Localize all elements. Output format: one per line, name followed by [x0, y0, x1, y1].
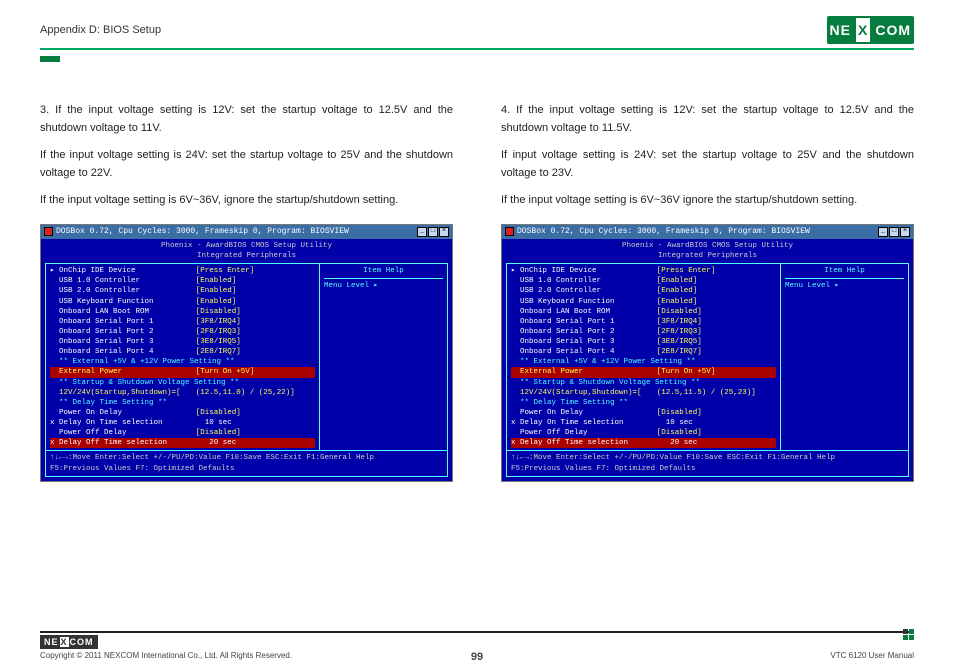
menu-level: Menu Level ▸ [324, 281, 443, 291]
bios-row: x Delay Off Time selection 20 sec [50, 438, 315, 448]
bios-row: x Delay Off Time selection 20 sec [511, 438, 776, 448]
menu-level: Menu Level ▸ [785, 281, 904, 291]
footer-logo: NE X COM [40, 635, 98, 649]
right-para-3: If the input voltage setting is 6V~36V i… [501, 192, 914, 210]
page-header: Appendix D: BIOS Setup NE X COM [40, 16, 914, 50]
logo-part1: NE [827, 18, 854, 42]
nexcom-logo: NE X COM [827, 16, 914, 44]
bios-title: Phoenix - AwardBIOS CMOS Setup Utility [45, 241, 448, 251]
bios-row: External Power[Turn On +5V] [511, 367, 776, 377]
bios-row: Power On Delay[Disabled] [511, 408, 776, 418]
help-header: Item Help [785, 266, 904, 276]
logo-x: X [856, 18, 870, 42]
bios-row: ** External +5V & +12V Power Setting ** [50, 357, 315, 367]
bios-row: Power On Delay[Disabled] [50, 408, 315, 418]
bios-row: Onboard Serial Port 2[2F8/IRQ3] [511, 327, 776, 337]
logo-part2: COM [872, 18, 914, 42]
manual-name: VTC 6120 User Manual [830, 651, 914, 660]
bios-row: Onboard Serial Port 3[3E8/IRQ5] [511, 337, 776, 347]
bios-row: Onboard Serial Port 3[3E8/IRQ5] [50, 337, 315, 347]
bios-row: ** Startup & Shutdown Voltage Setting ** [511, 378, 776, 388]
bios-row: USB 2.0 Controller[Enabled] [511, 286, 776, 296]
dosbox-titlebar: DOSBox 0.72, Cpu Cycles: 3000, Frameskip… [41, 225, 452, 239]
bios-screenshot-right: DOSBox 0.72, Cpu Cycles: 3000, Frameskip… [501, 224, 914, 482]
left-para-2: If the input voltage setting is 24V: set… [40, 147, 453, 182]
bios-row: USB 1.0 Controller[Enabled] [511, 276, 776, 286]
copyright-text: Copyright © 2011 NEXCOM International Co… [40, 651, 292, 660]
bios-row: USB 2.0 Controller[Enabled] [50, 286, 315, 296]
bios-row: 12V/24V(Startup,Shutdown)=[(12.5,11.0) /… [50, 388, 315, 398]
bios-footer-help: ↑↓←→:Move Enter:Select +/-/PU/PD:Value F… [45, 451, 448, 476]
bios-screenshot-left: DOSBox 0.72, Cpu Cycles: 3000, Frameskip… [40, 224, 453, 482]
bios-row: Onboard LAN Boot ROM[Disabled] [511, 307, 776, 317]
titlebar-text: DOSBox 0.72, Cpu Cycles: 3000, Frameskip… [56, 227, 349, 238]
bios-row: ▸ OnChip IDE Device[Press Enter] [50, 266, 315, 276]
dosbox-icon [44, 227, 53, 236]
left-para-3: If the input voltage setting is 6V~36V, … [40, 192, 453, 210]
bios-row: Power Off Delay[Disabled] [511, 428, 776, 438]
bios-subtitle: Integrated Peripherals [45, 251, 448, 261]
footer-squares-icon [903, 629, 914, 640]
bios-row: USB Keyboard Function[Enabled] [50, 297, 315, 307]
minimize-icon: _ [878, 227, 888, 237]
left-para-1: 3. If the input voltage setting is 12V: … [40, 102, 453, 137]
close-icon: × [900, 227, 910, 237]
bios-help-pane: Item Help Menu Level ▸ [780, 263, 909, 451]
bios-row: ** Delay Time Setting ** [511, 398, 776, 408]
help-header: Item Help [324, 266, 443, 276]
bios-row: USB 1.0 Controller[Enabled] [50, 276, 315, 286]
bios-help-pane: Item Help Menu Level ▸ [319, 263, 448, 451]
bios-row: USB Keyboard Function[Enabled] [511, 297, 776, 307]
bios-subtitle: Integrated Peripherals [506, 251, 909, 261]
bios-row: ** Startup & Shutdown Voltage Setting ** [50, 378, 315, 388]
dosbox-titlebar: DOSBox 0.72, Cpu Cycles: 3000, Frameskip… [502, 225, 913, 239]
close-icon: × [439, 227, 449, 237]
bios-row: External Power[Turn On +5V] [50, 367, 315, 377]
bios-row: Power Off Delay[Disabled] [50, 428, 315, 438]
right-column: 4. If the input voltage setting is 12V: … [501, 102, 914, 482]
bios-row: Onboard Serial Port 4[2E8/IRQ7] [511, 347, 776, 357]
titlebar-text: DOSBox 0.72, Cpu Cycles: 3000, Frameskip… [517, 227, 810, 238]
bios-row: x Delay On Time selection 10 sec [511, 418, 776, 428]
bios-row: Onboard Serial Port 1[3F8/IRQ4] [50, 317, 315, 327]
bios-row: ▸ OnChip IDE Device[Press Enter] [511, 266, 776, 276]
bios-row: Onboard LAN Boot ROM[Disabled] [50, 307, 315, 317]
header-title: Appendix D: BIOS Setup [40, 24, 161, 36]
maximize-icon: □ [428, 227, 438, 237]
page-number: 99 [471, 651, 483, 663]
dosbox-icon [505, 227, 514, 236]
bios-row: Onboard Serial Port 2[2F8/IRQ3] [50, 327, 315, 337]
bios-title: Phoenix - AwardBIOS CMOS Setup Utility [506, 241, 909, 251]
right-para-1: 4. If the input voltage setting is 12V: … [501, 102, 914, 137]
green-tab-icon [40, 56, 60, 62]
maximize-icon: □ [889, 227, 899, 237]
bios-row: ** External +5V & +12V Power Setting ** [511, 357, 776, 367]
right-para-2: If input voltage setting is 24V: set the… [501, 147, 914, 182]
bios-row: Onboard Serial Port 1[3F8/IRQ4] [511, 317, 776, 327]
bios-row: x Delay On Time selection 10 sec [50, 418, 315, 428]
bios-row: Onboard Serial Port 4[2E8/IRQ7] [50, 347, 315, 357]
bios-row: 12V/24V(Startup,Shutdown)=[(12.5,11.5) /… [511, 388, 776, 398]
bios-row: ** Delay Time Setting ** [50, 398, 315, 408]
bios-footer-help: ↑↓←→:Move Enter:Select +/-/PU/PD:Value F… [506, 451, 909, 476]
minimize-icon: _ [417, 227, 427, 237]
bios-settings-pane: ▸ OnChip IDE Device[Press Enter] USB 1.0… [45, 263, 319, 451]
left-column: 3. If the input voltage setting is 12V: … [40, 102, 453, 482]
bios-settings-pane: ▸ OnChip IDE Device[Press Enter] USB 1.0… [506, 263, 780, 451]
page-footer: NE X COM Copyright © 2011 NEXCOM Interna… [40, 631, 914, 660]
